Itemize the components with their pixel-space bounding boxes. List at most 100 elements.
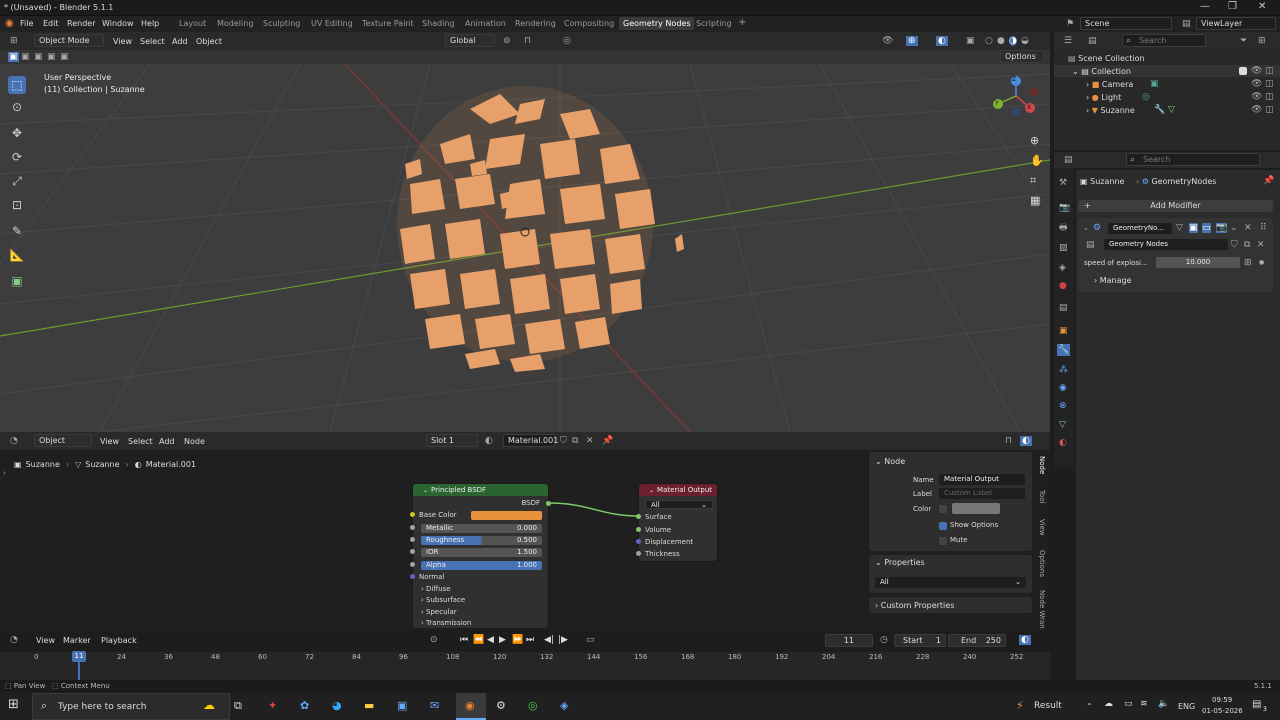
output-target-dropdown[interactable]: All ⌄	[645, 500, 713, 509]
edit-mode-toggle-icon[interactable]: ▽	[1176, 223, 1183, 233]
material-output-node[interactable]: ⌄ Material Output All ⌄ Surface Volume Dis…	[638, 483, 718, 562]
navigation-gizmo[interactable]: Z X Y	[990, 74, 1040, 124]
prev-keyframe-icon[interactable]: ⏪	[473, 635, 484, 645]
collection-visibility-icon[interactable]: 👁	[1251, 66, 1262, 76]
transform-orientation[interactable]: Global	[445, 34, 495, 47]
chrome-icon[interactable]: ◎	[528, 699, 538, 712]
view-layer-selector[interactable]: ViewLayer	[1196, 17, 1276, 30]
collapse-chevron-icon[interactable]: ⌄	[423, 487, 428, 494]
steam-icon[interactable]: ◈	[560, 699, 568, 712]
outliner-editor-icon[interactable]: ☰	[1064, 36, 1072, 46]
render-tab-icon[interactable]: 📷	[1059, 203, 1070, 213]
mail-icon[interactable]: ✉	[430, 699, 439, 712]
jump-end-icon[interactable]: ⏭	[526, 635, 534, 645]
wifi-icon[interactable]: ≋	[1140, 699, 1148, 709]
proportional-edit-icon[interactable]: ◎	[563, 36, 571, 46]
play-icon[interactable]: ▶	[499, 635, 506, 645]
zoom-icon[interactable]: ⊕	[1030, 135, 1039, 146]
taskbar-search[interactable]: ⌕ Type here to search ☁	[32, 693, 230, 720]
object-tab-icon[interactable]: ▣	[1059, 326, 1068, 336]
rotate-icon[interactable]: ⟳	[8, 148, 26, 166]
pin-icon[interactable]: 📌	[602, 436, 613, 446]
properties-search[interactable]: Search	[1126, 153, 1260, 166]
menu-file[interactable]: File	[20, 19, 33, 28]
mute-checkbox[interactable]	[939, 537, 947, 545]
current-frame-field[interactable]: 11	[825, 634, 873, 647]
timeline-menu-playback[interactable]: Playback	[101, 636, 137, 645]
next-marker-icon[interactable]: |▶	[558, 635, 568, 645]
solid-shading-icon[interactable]: ●	[997, 36, 1005, 46]
select-invert-icon[interactable]: ▣	[47, 52, 56, 62]
roughness-field[interactable]: Roughness 0.500	[421, 536, 542, 545]
suzanne-render-icon[interactable]: ◫	[1265, 105, 1274, 115]
custom-properties-section[interactable]: › Custom Properties	[869, 597, 1032, 613]
suzanne-mesh-data-icon[interactable]: ▽	[1168, 105, 1175, 115]
viewport-menu-add[interactable]: Add	[172, 37, 188, 46]
timeline-view-icon[interactable]: ◐	[1019, 635, 1031, 645]
edge-icon[interactable]: ◕	[332, 699, 342, 712]
modifier-name-field[interactable]: GeometryNo...	[1108, 223, 1172, 234]
outliner-item-camera[interactable]: › ■ Camera ▣ 👁 ◫	[1054, 79, 1280, 91]
output-node-header[interactable]: ⌄ Material Output	[639, 484, 717, 496]
collection-checkbox[interactable]	[1239, 67, 1247, 75]
tab-view[interactable]: View	[1038, 519, 1046, 536]
node-name-field[interactable]: Material Output	[939, 474, 1025, 485]
nodegroup-browse-icon[interactable]: ▤	[1086, 240, 1095, 250]
nodegroup-field[interactable]: Geometry Nodes	[1104, 239, 1228, 250]
timeline-menu-view[interactable]: View	[36, 636, 55, 645]
new-collection-icon[interactable]: ⊞	[1258, 36, 1266, 46]
play-reverse-icon[interactable]: ◀	[487, 635, 494, 645]
output-tab-icon[interactable]: 🖶	[1059, 223, 1068, 233]
camera-data-icon[interactable]: ▣	[1150, 79, 1159, 89]
gizmo-toggle-icon[interactable]: ⊕	[906, 36, 918, 46]
copilot-icon[interactable]: ✿	[300, 699, 309, 712]
filter-icon[interactable]: ⏷	[1240, 36, 1247, 46]
mode-selector[interactable]: Object Mode	[34, 34, 104, 47]
collection-render-icon[interactable]: ◫	[1265, 66, 1274, 76]
diffuse-panel[interactable]: › Diffuse	[421, 585, 451, 593]
overlay-toggle-icon[interactable]: ◐	[936, 36, 948, 46]
next-keyframe-icon[interactable]: ⏩	[512, 635, 523, 645]
file-explorer-icon[interactable]: ▬	[364, 699, 374, 712]
tab-modeling[interactable]: Modeling	[217, 19, 253, 28]
outliner-item-suzanne[interactable]: › ▼ Suzanne 🔧 ▽ 👁 ◫	[1054, 105, 1280, 117]
camera-view-icon[interactable]: ⌗	[1030, 175, 1036, 186]
tab-shading[interactable]: Shading	[422, 19, 455, 28]
add-modifier-button[interactable]: + Add Modifier	[1078, 200, 1273, 212]
ortho-grid-icon[interactable]: ▦	[1030, 195, 1040, 206]
timeline-ruler[interactable]	[0, 652, 1050, 680]
props-context-modifier[interactable]: › ⚙ GeometryNodes	[1136, 177, 1216, 186]
add-workspace-button[interactable]: +	[738, 17, 746, 28]
result-widget-label[interactable]: Result	[1034, 701, 1062, 711]
show-options-checkbox[interactable]	[939, 522, 947, 530]
collection-tab-icon[interactable]: ▤	[1059, 303, 1068, 313]
tab-tool[interactable]: Tool	[1038, 490, 1046, 504]
specular-panel[interactable]: › Specular	[421, 608, 457, 616]
timeline-editor-icon[interactable]: ◔	[10, 635, 18, 645]
tray-app-icon[interactable]: ☁	[1104, 699, 1113, 709]
battery-icon[interactable]: ▭	[1124, 699, 1133, 709]
prev-marker-icon[interactable]: ◀|	[544, 635, 554, 645]
particles-tab-icon[interactable]: ⁂	[1059, 365, 1068, 375]
drag-handle-icon[interactable]: ⠿	[1260, 223, 1267, 233]
transmission-panel[interactable]: › Transmission	[421, 619, 471, 627]
viewport-menu-view[interactable]: View	[113, 37, 132, 46]
tool-tab-icon[interactable]: ⚒	[1059, 178, 1067, 188]
node-menu-node[interactable]: Node	[184, 437, 205, 446]
render-display-icon[interactable]: 📷	[1216, 223, 1228, 233]
maximize-button[interactable]: ❐	[1228, 1, 1237, 12]
metallic-socket[interactable]	[410, 525, 415, 530]
scale-icon[interactable]: ⤢	[8, 172, 26, 190]
options-dropdown[interactable]: Options	[1000, 50, 1044, 63]
base-color-socket[interactable]	[410, 512, 415, 517]
pivot-icon[interactable]: ⊚	[503, 36, 511, 46]
world-tab-icon[interactable]: ●	[1059, 281, 1067, 291]
pan-hand-icon[interactable]: ✋	[1030, 155, 1044, 166]
rendered-shading-icon[interactable]: ◒	[1021, 36, 1029, 46]
modifier-tab-icon[interactable]: 🔧	[1057, 344, 1071, 356]
unlink-material-icon[interactable]: ✕	[586, 436, 594, 446]
normal-socket[interactable]	[410, 574, 415, 579]
node-editor-type-icon[interactable]: ◔	[10, 436, 18, 446]
select-extend-icon[interactable]: ▣	[21, 52, 30, 62]
light-render-icon[interactable]: ◫	[1265, 92, 1274, 102]
